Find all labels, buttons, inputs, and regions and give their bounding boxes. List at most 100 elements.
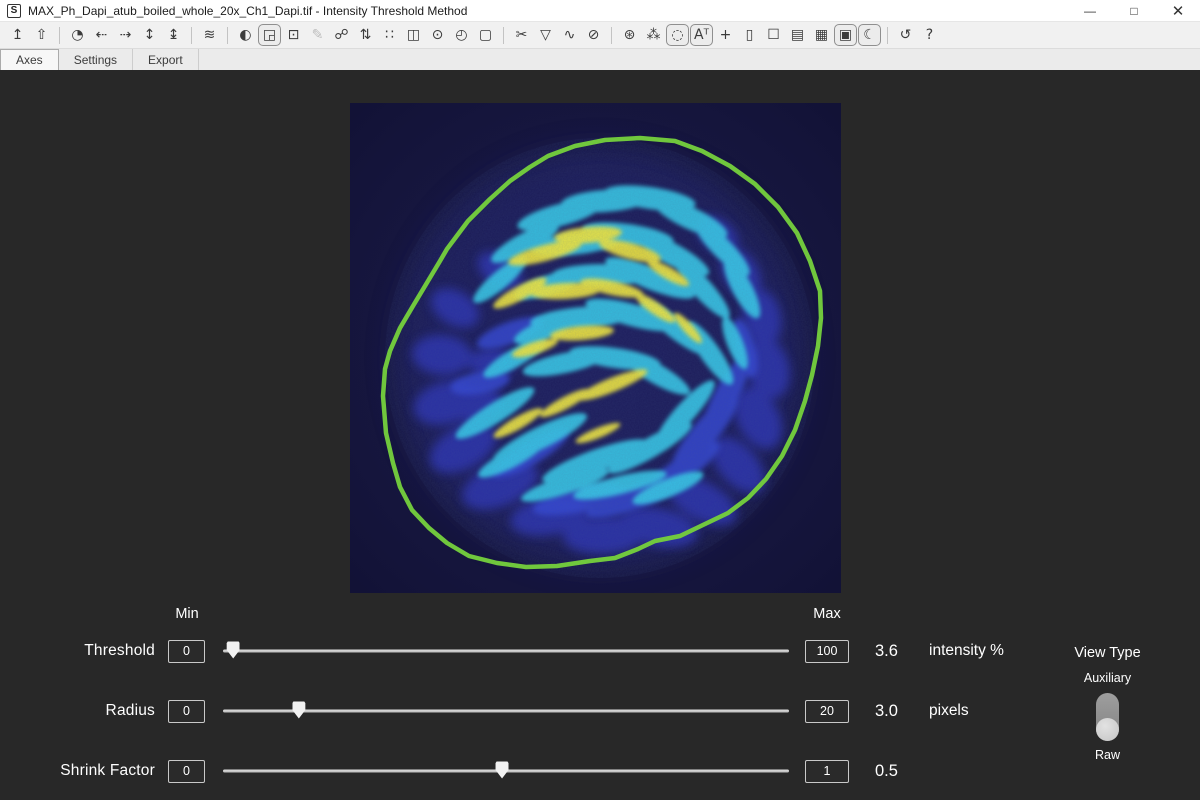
- arrow-right-dotted-icon: ⇢: [120, 28, 132, 42]
- question-icon: ?: [926, 28, 933, 42]
- threshold-value: 3.6: [875, 642, 927, 661]
- dashed-circle-button[interactable]: ◌: [666, 24, 689, 46]
- dark-mode-button[interactable]: ☾: [858, 24, 881, 46]
- grid-button[interactable]: ▦: [810, 24, 833, 46]
- image-button[interactable]: ▤: [786, 24, 809, 46]
- layers-button[interactable]: ≋: [198, 24, 221, 46]
- circle-zoom-icon: ⊙: [432, 28, 444, 42]
- rotate-view-button[interactable]: ◴: [450, 24, 473, 46]
- marquee-button[interactable]: ☐: [762, 24, 785, 46]
- threshold-slider[interactable]: [223, 639, 789, 663]
- circle-quadrant-icon: ◴: [455, 28, 467, 42]
- upload-icon: ↥: [12, 28, 24, 42]
- radius-slider[interactable]: [223, 699, 789, 723]
- tab-settings[interactable]: Settings: [59, 49, 133, 70]
- shrink-factor-row: Shrink Factor 0.5: [0, 741, 1200, 800]
- view-type-panel: View Type Auxiliary Raw: [1045, 645, 1170, 762]
- maximize-button[interactable]: □: [1112, 0, 1156, 21]
- scatter-dots-icon: ∷: [385, 28, 394, 42]
- grid-icon: ▦: [815, 28, 828, 42]
- scissors-icon: ✂: [516, 28, 528, 42]
- image-panel[interactable]: [350, 103, 841, 593]
- save-figure-button[interactable]: ↥: [6, 24, 29, 46]
- overlay-view-button[interactable]: ◲: [258, 24, 281, 46]
- title-bar: S MAX_Ph_Dapi_atub_boiled_whole_20x_Ch1_…: [0, 0, 1200, 22]
- tools-button[interactable]: ✂: [510, 24, 533, 46]
- help-button[interactable]: ?: [918, 24, 941, 46]
- shrink-factor-label: Shrink Factor: [0, 762, 155, 780]
- shrink-factor-min-input[interactable]: [168, 760, 205, 783]
- ruler-button[interactable]: ▯: [738, 24, 761, 46]
- pan-left-button[interactable]: ⇠: [90, 24, 113, 46]
- center-dot-button[interactable]: ▣: [834, 24, 857, 46]
- close-button[interactable]: ✕: [1156, 0, 1200, 21]
- minimize-button[interactable]: —: [1068, 0, 1112, 21]
- export-window-icon: ⇧: [36, 28, 48, 42]
- palette-button[interactable]: ⊛: [618, 24, 641, 46]
- moon-icon: ☾: [863, 28, 876, 42]
- image-icon: ▤: [791, 28, 804, 42]
- draw-button[interactable]: ✎: [306, 24, 329, 46]
- reset-button[interactable]: ↺: [894, 24, 917, 46]
- annotation-button[interactable]: Aᵀ: [690, 24, 713, 46]
- threshold-label: Threshold: [0, 642, 155, 660]
- region-button[interactable]: ▢: [474, 24, 497, 46]
- view-type-toggle-knob[interactable]: [1096, 718, 1119, 741]
- tab-export[interactable]: Export: [133, 49, 199, 70]
- split-view-button[interactable]: ◫: [402, 24, 425, 46]
- crosshair-button[interactable]: +: [714, 24, 737, 46]
- shrink-factor-slider-handle[interactable]: [496, 761, 509, 778]
- channels-button[interactable]: ⁂: [642, 24, 665, 46]
- tab-axes[interactable]: Axes: [0, 49, 59, 70]
- threshold-slider-handle[interactable]: [227, 641, 240, 658]
- layers-icon: ≋: [204, 28, 216, 42]
- threshold-max-input[interactable]: [805, 640, 849, 663]
- pan-right-button[interactable]: ⇢: [114, 24, 137, 46]
- radius-value: 3.0: [875, 702, 927, 721]
- inspect-button[interactable]: ⊙: [426, 24, 449, 46]
- export-view-button[interactable]: ⇧: [30, 24, 53, 46]
- radius-row: Radius 3.0 pixels: [0, 681, 1200, 741]
- signal-button[interactable]: ∿: [558, 24, 581, 46]
- threshold-controls: Min Max Threshold 3.6 intensity % Radius: [0, 606, 1200, 800]
- pencil-icon: ✎: [312, 28, 324, 42]
- crop-button[interactable]: ⊡: [282, 24, 305, 46]
- pan-up-button[interactable]: ↕: [138, 24, 161, 46]
- radius-slider-handle[interactable]: [292, 701, 305, 718]
- link-button[interactable]: ☍: [330, 24, 353, 46]
- venn-icon: ⁂: [647, 28, 661, 42]
- shield-button[interactable]: ▽: [534, 24, 557, 46]
- view-type-toggle[interactable]: [1096, 693, 1119, 741]
- microscopy-image: [350, 103, 841, 593]
- contrast-button[interactable]: ◐: [234, 24, 257, 46]
- radius-max-input[interactable]: [805, 700, 849, 723]
- exclude-button[interactable]: ⊘: [582, 24, 605, 46]
- crop-icon: ⊡: [288, 28, 300, 42]
- window-title: MAX_Ph_Dapi_atub_boiled_whole_20x_Ch1_Da…: [28, 4, 467, 18]
- sort-button[interactable]: ⇅: [354, 24, 377, 46]
- wave-icon: ∿: [564, 28, 576, 42]
- refresh-icon: ↺: [900, 28, 912, 42]
- threshold-row: Threshold 3.6 intensity %: [0, 621, 1200, 681]
- shrink-factor-slider[interactable]: [223, 759, 789, 783]
- pan-down-button[interactable]: ↨: [162, 24, 185, 46]
- toolbar-separator: [59, 27, 60, 44]
- dashed-circle-icon: ◌: [671, 28, 683, 42]
- contrast-icon: ◐: [239, 28, 251, 42]
- radius-label: Radius: [0, 702, 155, 720]
- radius-min-input[interactable]: [168, 700, 205, 723]
- view-type-title: View Type: [1045, 645, 1170, 661]
- plus-icon: +: [720, 28, 732, 42]
- ruler-icon: ▯: [746, 28, 754, 42]
- threshold-min-input[interactable]: [168, 640, 205, 663]
- scatter-button[interactable]: ∷: [378, 24, 401, 46]
- compass-button[interactable]: ◔: [66, 24, 89, 46]
- shrink-factor-max-input[interactable]: [805, 760, 849, 783]
- view-type-option-raw: Raw: [1045, 748, 1170, 762]
- radius-slider-track[interactable]: [223, 710, 789, 713]
- main-content: Min Max Threshold 3.6 intensity % Radius: [0, 70, 1200, 800]
- arrow-vertical-icon: ↕: [144, 28, 156, 42]
- radius-unit: pixels: [929, 702, 969, 720]
- threshold-slider-track[interactable]: [223, 650, 789, 653]
- toolbar-separator: [503, 27, 504, 44]
